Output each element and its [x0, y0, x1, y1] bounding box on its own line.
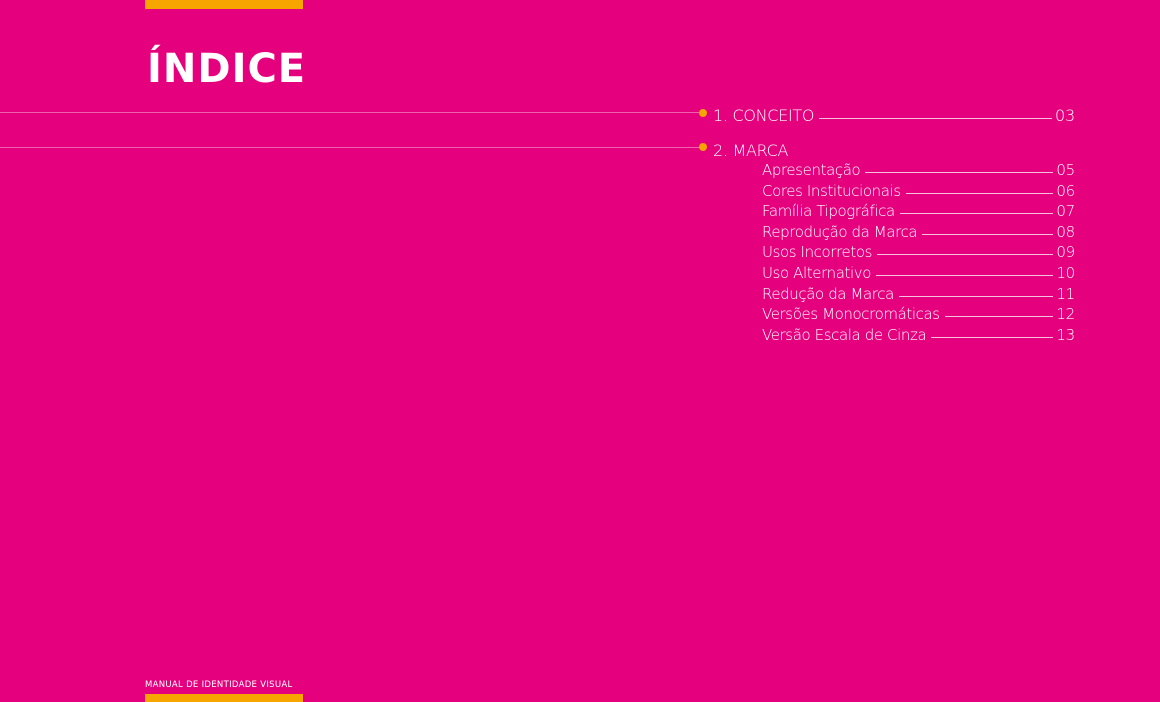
bottom-accent-bar — [145, 694, 303, 702]
toc-entry-label: Cores Institucionais — [762, 182, 901, 200]
toc-entry-label: Usos Incorretos — [762, 243, 873, 261]
toc-entry-label: Versões Monocromáticas — [762, 305, 940, 323]
toc-entry-label: Uso Alternativo — [762, 264, 871, 282]
toc-entry[interactable]: Versão Escala de Cinza 13 — [762, 326, 1075, 344]
toc-entry-conceito[interactable]: 1. CONCEITO 03 — [713, 106, 1075, 125]
toc-entry-label: Versão Escala de Cinza — [762, 326, 927, 344]
toc-entry[interactable]: Família Tipográfica 07 — [762, 202, 1075, 220]
toc-leader-line — [899, 213, 1054, 214]
toc-entry-label: Reprodução da Marca — [762, 223, 918, 241]
toc-page-number: 11 — [1056, 285, 1075, 303]
toc-entry-label: Redução da Marca — [762, 285, 894, 303]
toc-leader-line — [819, 118, 1053, 119]
toc-page-number: 07 — [1056, 202, 1075, 220]
toc-entry[interactable]: Cores Institucionais 06 — [762, 182, 1075, 200]
divider-line-2 — [0, 147, 700, 148]
divider-line-1 — [0, 112, 700, 113]
toc-section-heading-marca[interactable]: 2. MARCA — [713, 141, 788, 160]
page-title: ÍNDICE — [147, 46, 307, 92]
footer-label: MANUAL DE IDENTIDADE VISUAL — [145, 680, 293, 690]
toc-leader-line — [905, 193, 1054, 194]
toc-page-number: 08 — [1056, 223, 1075, 241]
toc-page-number: 12 — [1056, 305, 1075, 323]
toc-entry-label: Apresentação — [762, 161, 861, 179]
toc-page-number: 05 — [1056, 161, 1075, 179]
toc-entry[interactable]: Versões Monocromáticas 12 — [762, 305, 1075, 323]
toc-entry-label: Família Tipográfica — [762, 202, 895, 220]
toc-entry-label: 1. CONCEITO — [713, 106, 815, 125]
toc-page-number: 10 — [1056, 264, 1075, 282]
top-accent-bar — [145, 0, 303, 9]
toc-page-number: 03 — [1055, 106, 1075, 125]
toc-leader-line — [865, 172, 1054, 173]
toc-page-number: 09 — [1056, 243, 1075, 261]
bullet-icon — [699, 143, 707, 151]
toc-entry[interactable]: Reprodução da Marca 08 — [762, 223, 1075, 241]
toc-page-number: 06 — [1056, 182, 1075, 200]
toc-leader-line — [875, 275, 1054, 276]
toc-leader-line — [931, 337, 1054, 338]
toc-entry[interactable]: Apresentação 05 — [762, 161, 1075, 179]
toc-entry[interactable]: Usos Incorretos 09 — [762, 243, 1075, 261]
toc-entry[interactable]: Redução da Marca 11 — [762, 285, 1075, 303]
toc-leader-line — [922, 234, 1054, 235]
toc-entry[interactable]: Uso Alternativo 10 — [762, 264, 1075, 282]
toc-leader-line — [877, 254, 1054, 255]
toc-leader-line — [944, 316, 1054, 317]
bullet-icon — [699, 109, 707, 117]
toc-leader-line — [898, 296, 1054, 297]
toc-page-number: 13 — [1056, 326, 1075, 344]
